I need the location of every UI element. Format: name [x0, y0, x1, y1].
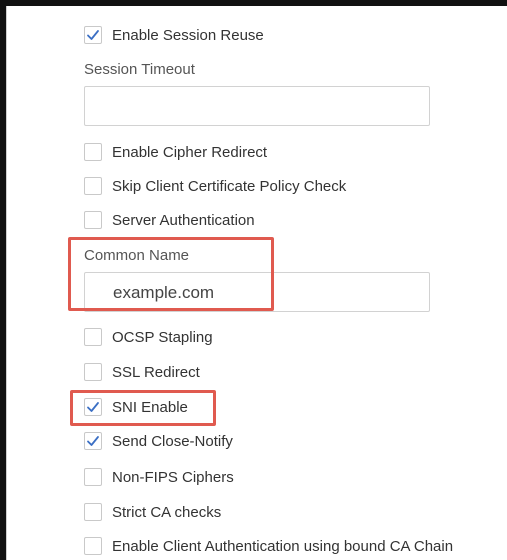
skip-client-cert-policy-checkbox[interactable] [84, 177, 102, 195]
common-name-label: Common Name [84, 247, 190, 264]
non-fips-ciphers-checkbox[interactable] [84, 468, 102, 486]
send-close-notify-option[interactable]: Send Close-Notify [84, 430, 233, 452]
strict-ca-checks-checkbox[interactable] [84, 503, 102, 521]
sni-enable-checkbox[interactable] [84, 398, 102, 416]
server-authentication-option[interactable]: Server Authentication [84, 209, 255, 231]
ocsp-stapling-option[interactable]: OCSP Stapling [84, 326, 213, 348]
enable-session-reuse-option[interactable]: Enable Session Reuse [84, 24, 264, 46]
enable-client-auth-ca-chain-option[interactable]: Enable Client Authentication using bound… [84, 535, 453, 557]
strict-ca-checks-option[interactable]: Strict CA checks [84, 501, 221, 523]
non-fips-ciphers-option[interactable]: Non-FIPS Ciphers [84, 466, 234, 488]
session-timeout-label: Session Timeout [84, 61, 195, 78]
checkmark-icon [87, 402, 99, 412]
send-close-notify-checkbox[interactable] [84, 432, 102, 450]
enable-cipher-redirect-option[interactable]: Enable Cipher Redirect [84, 141, 267, 163]
ssl-redirect-checkbox[interactable] [84, 363, 102, 381]
ssl-redirect-label: SSL Redirect [112, 363, 200, 381]
server-authentication-checkbox[interactable] [84, 211, 102, 229]
sni-enable-option[interactable]: SNI Enable [84, 396, 188, 418]
checkmark-icon [87, 436, 99, 446]
enable-session-reuse-checkbox[interactable] [84, 26, 102, 44]
enable-client-auth-ca-chain-label: Enable Client Authentication using bound… [112, 537, 454, 555]
checkmark-icon [87, 30, 99, 40]
ocsp-stapling-label: OCSP Stapling [112, 328, 213, 346]
enable-cipher-redirect-checkbox[interactable] [84, 143, 102, 161]
skip-client-cert-policy-label: Skip Client Certificate Policy Check [112, 177, 347, 195]
skip-client-cert-policy-option[interactable]: Skip Client Certificate Policy Check [84, 175, 346, 197]
ssl-redirect-option[interactable]: SSL Redirect [84, 361, 200, 383]
window-border-top [0, 0, 507, 6]
common-name-input[interactable]: example.com [84, 272, 430, 312]
ocsp-stapling-checkbox[interactable] [84, 328, 102, 346]
session-timeout-input[interactable] [84, 86, 430, 126]
server-authentication-label: Server Authentication [112, 211, 255, 229]
strict-ca-checks-label: Strict CA checks [112, 503, 222, 521]
non-fips-ciphers-label: Non-FIPS Ciphers [112, 468, 234, 486]
send-close-notify-label: Send Close-Notify [112, 432, 233, 450]
sni-enable-label: SNI Enable [112, 398, 188, 416]
enable-session-reuse-label: Enable Session Reuse [112, 26, 264, 44]
panel-edge [6, 6, 7, 560]
enable-client-auth-ca-chain-checkbox[interactable] [84, 537, 102, 555]
enable-cipher-redirect-label: Enable Cipher Redirect [112, 143, 268, 161]
